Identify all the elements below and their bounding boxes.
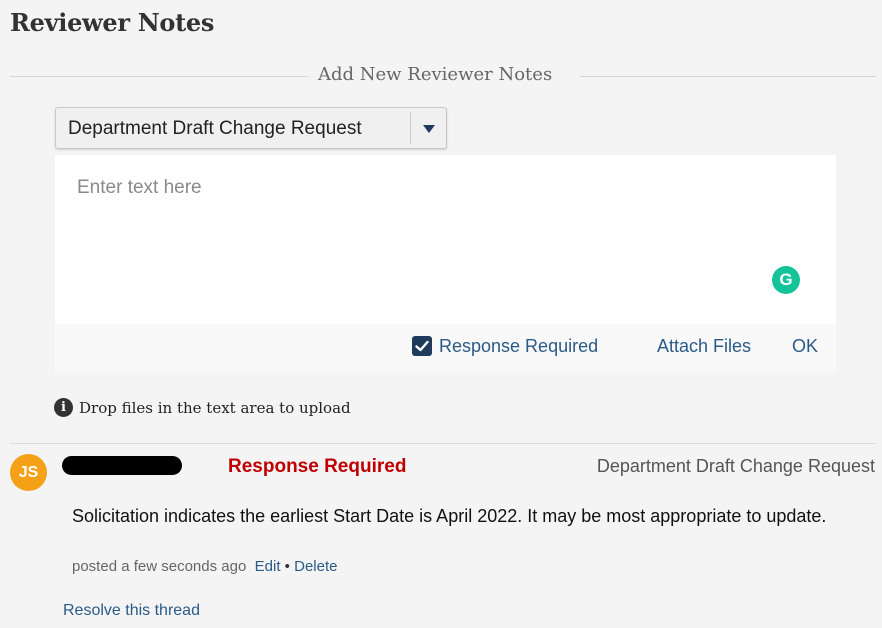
drop-hint: i Drop files in the text area to upload	[54, 398, 351, 417]
note-type-selected-value: Department Draft Change Request	[68, 118, 362, 139]
info-icon: i	[54, 398, 73, 417]
add-notes-header: Add New Reviewer Notes	[318, 64, 553, 85]
header-divider-left	[10, 76, 309, 77]
status-badge: Response Required	[228, 456, 407, 477]
delete-link[interactable]: Delete	[294, 558, 337, 575]
grammarly-icon[interactable]: G	[772, 266, 800, 294]
select-divider	[410, 112, 411, 144]
response-required-checkbox[interactable]	[412, 336, 432, 356]
resolve-thread-link[interactable]: Resolve this thread	[63, 602, 200, 620]
avatar-initials: JS	[18, 463, 39, 481]
thread-divider	[10, 443, 876, 444]
ok-button[interactable]: OK	[792, 336, 818, 357]
page-title: Reviewer Notes	[10, 8, 215, 37]
note-meta: posted a few seconds ago Edit • Delete	[72, 558, 337, 575]
response-required-label[interactable]: Response Required	[439, 336, 598, 357]
redacted-author-name	[62, 456, 182, 475]
checkmark-icon	[415, 340, 429, 352]
header-divider-right	[580, 76, 876, 77]
note-body: Solicitation indicates the earliest Star…	[72, 506, 827, 526]
meta-separator: •	[284, 558, 290, 575]
drop-hint-text: Drop files in the text area to upload	[79, 398, 351, 417]
caret-down-icon[interactable]	[422, 121, 436, 139]
attach-files-button[interactable]: Attach Files	[657, 336, 751, 357]
avatar: JS	[10, 454, 47, 491]
grammarly-letter: G	[779, 270, 793, 289]
edit-link[interactable]: Edit	[255, 558, 281, 575]
note-text-placeholder: Enter text here	[77, 177, 202, 198]
note-toolbar: Response Required Attach Files OK	[55, 324, 836, 374]
note-type-select[interactable]: Department Draft Change Request	[55, 107, 447, 149]
note-text-area[interactable]: Enter text here G	[55, 155, 836, 324]
thread-note-type: Department Draft Change Request	[596, 456, 875, 476]
posted-time: posted a few seconds ago	[72, 558, 247, 575]
